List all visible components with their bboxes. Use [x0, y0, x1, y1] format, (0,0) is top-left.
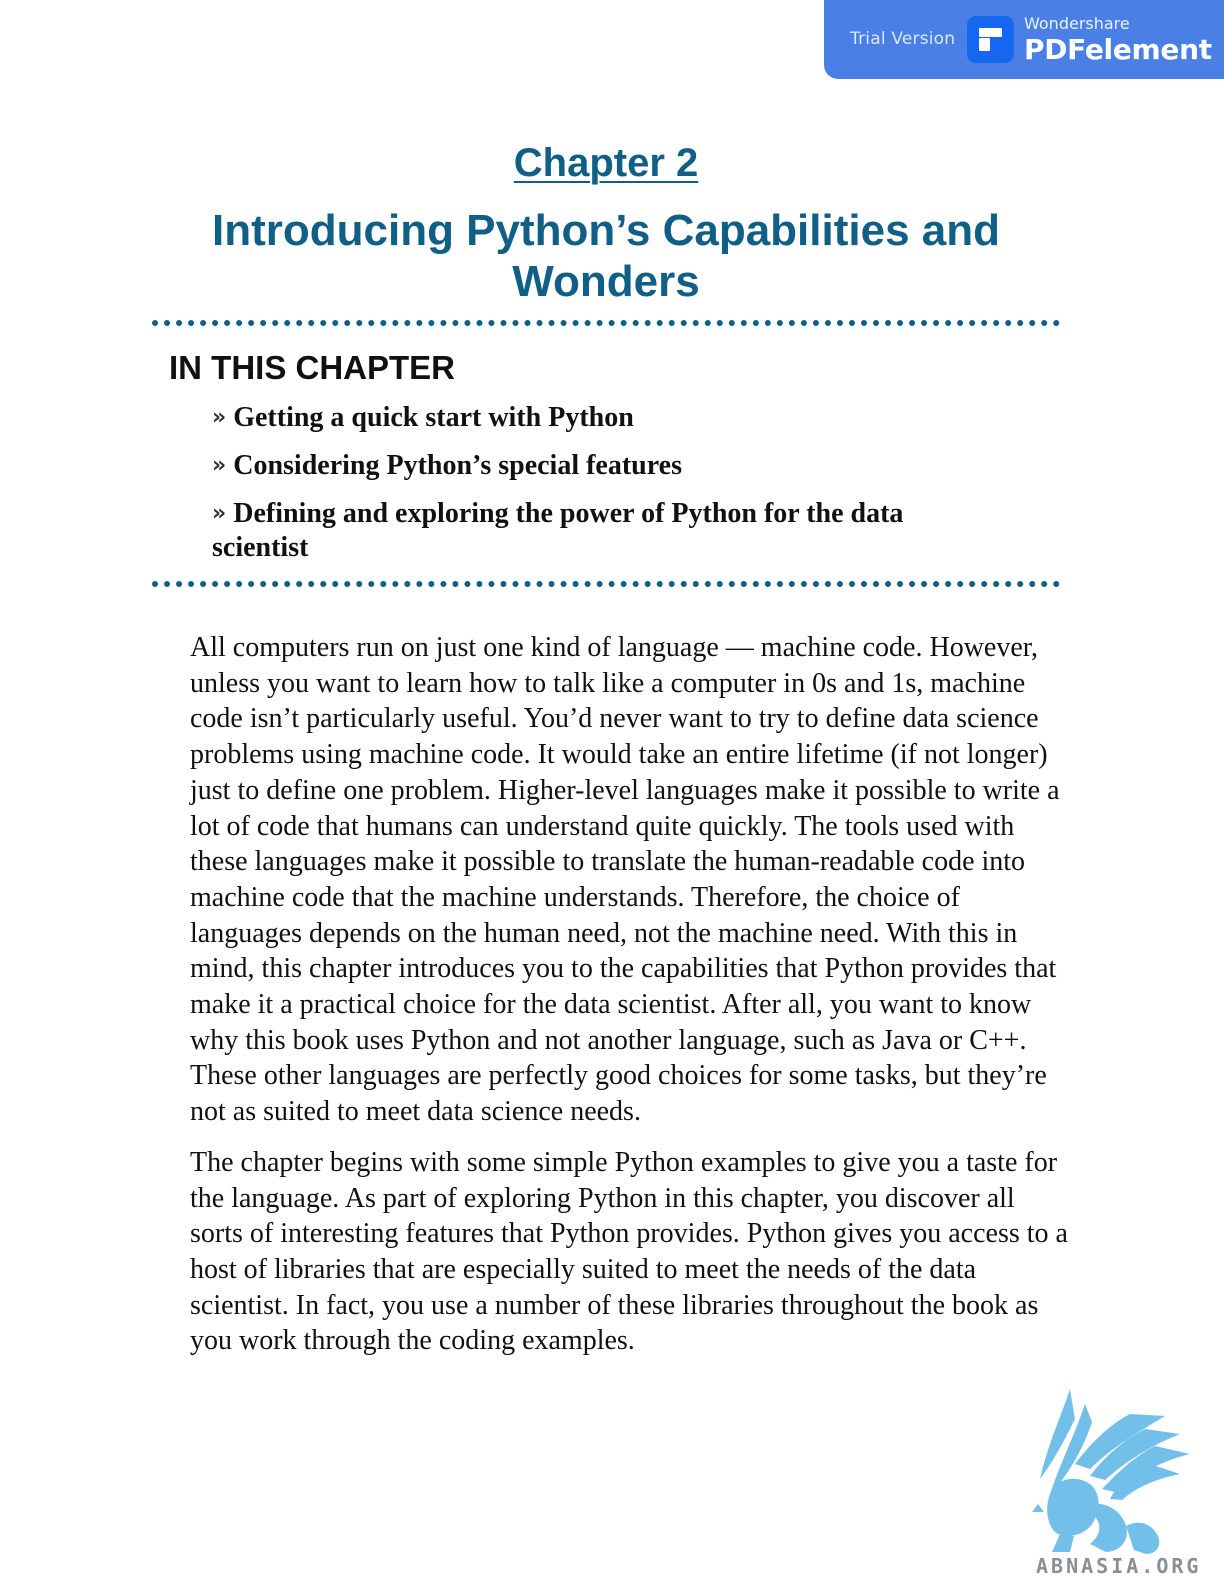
- body-paragraph: The chapter begins with some simple Pyth…: [190, 1146, 1068, 1357]
- pdfelement-logo-icon: [967, 16, 1014, 63]
- list-item: » Getting a quick start with Python: [212, 402, 992, 436]
- list-item: » Defining and exploring the power of Pyt…: [212, 498, 992, 564]
- double-chevron-right-icon: »: [212, 405, 227, 430]
- topic-text: Considering Python’s special features: [233, 450, 682, 481]
- chapter-number: Chapter 2: [513, 141, 699, 185]
- trial-version-badge[interactable]: Trial Version Wondershare PDFelement: [824, 0, 1224, 79]
- watermark-text: ABNASIA.ORG: [1036, 1554, 1202, 1578]
- double-chevron-right-icon: »: [212, 453, 227, 478]
- body-paragraph: All computers run on just one kind of la…: [190, 632, 1060, 1128]
- chapter-topics-list: » Getting a quick start with Python » Cons…: [212, 402, 992, 578]
- brand-company: Wondershare: [1024, 14, 1130, 33]
- pdfelement-brand: Wondershare PDFelement: [1024, 16, 1212, 64]
- griffin-logo-icon: [1032, 1389, 1190, 1554]
- chapter-body: All computers run on just one kind of la…: [190, 630, 1070, 1374]
- topic-text: Defining and exploring the power of Pyth…: [212, 498, 904, 563]
- double-chevron-right-icon: »: [212, 501, 227, 526]
- in-this-chapter-heading: IN THIS CHAPTER: [169, 349, 456, 386]
- chapter-title: Introducing Python’s Capabilities and Wo…: [212, 206, 1000, 306]
- list-item: » Considering Python’s special features: [212, 450, 992, 484]
- dotted-divider-bottom: [152, 581, 1060, 587]
- dotted-divider-top: [152, 320, 1060, 326]
- trial-version-label: Trial Version: [850, 29, 956, 49]
- topic-text: Getting a quick start with Python: [233, 402, 634, 433]
- brand-product: PDFelement: [1024, 33, 1212, 66]
